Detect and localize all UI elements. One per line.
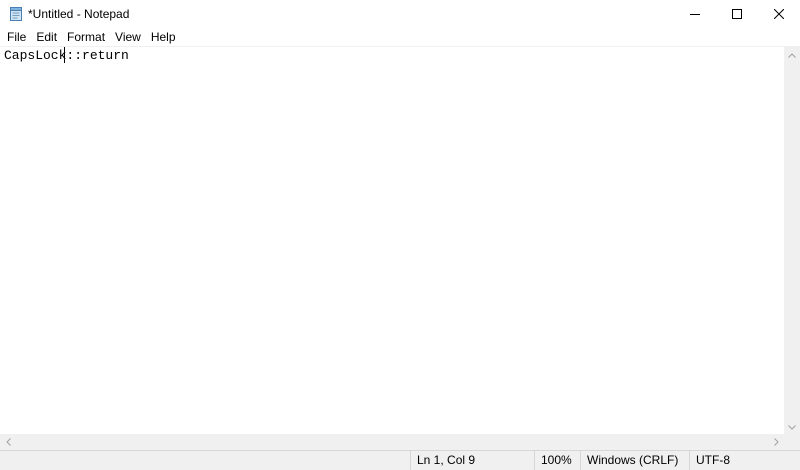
- status-encoding: UTF-8: [689, 451, 800, 470]
- scroll-right-button[interactable]: [768, 434, 784, 450]
- text-caret: [64, 47, 65, 63]
- title-bar[interactable]: *Untitled - Notepad: [0, 0, 800, 28]
- close-icon: [774, 9, 784, 19]
- menu-edit[interactable]: Edit: [31, 28, 62, 46]
- notepad-window: *Untitled - Notepad File Edit Format Vie…: [0, 0, 800, 470]
- status-bar: Ln 1, Col 9 100% Windows (CRLF) UTF-8: [0, 450, 800, 470]
- minimize-icon: [690, 9, 700, 19]
- scroll-up-button[interactable]: [784, 46, 800, 62]
- maximize-button[interactable]: [716, 0, 758, 28]
- horizontal-scrollbar[interactable]: [0, 434, 784, 450]
- maximize-icon: [732, 9, 742, 19]
- menu-bar: File Edit Format View Help: [0, 28, 800, 46]
- scroll-down-button[interactable]: [784, 418, 800, 434]
- close-button[interactable]: [758, 0, 800, 28]
- scroll-left-button[interactable]: [0, 434, 16, 450]
- editor-content[interactable]: CapsLock::return: [4, 48, 129, 63]
- minimize-button[interactable]: [674, 0, 716, 28]
- menu-help[interactable]: Help: [146, 28, 181, 46]
- notepad-icon[interactable]: [8, 6, 24, 22]
- text-editor[interactable]: CapsLock::return: [0, 46, 784, 434]
- chevron-up-icon: [788, 47, 796, 61]
- menu-view[interactable]: View: [110, 28, 146, 46]
- status-zoom: 100%: [534, 451, 580, 470]
- menu-file[interactable]: File: [0, 28, 31, 46]
- status-line-ending: Windows (CRLF): [580, 451, 689, 470]
- chevron-left-icon: [5, 435, 11, 449]
- chevron-right-icon: [773, 435, 779, 449]
- menu-format[interactable]: Format: [62, 28, 110, 46]
- window-title: *Untitled - Notepad: [28, 7, 130, 21]
- vertical-scrollbar[interactable]: [784, 46, 800, 434]
- chevron-down-icon: [788, 419, 796, 433]
- status-cursor-position: Ln 1, Col 9: [410, 451, 534, 470]
- scrollbar-corner: [784, 434, 800, 450]
